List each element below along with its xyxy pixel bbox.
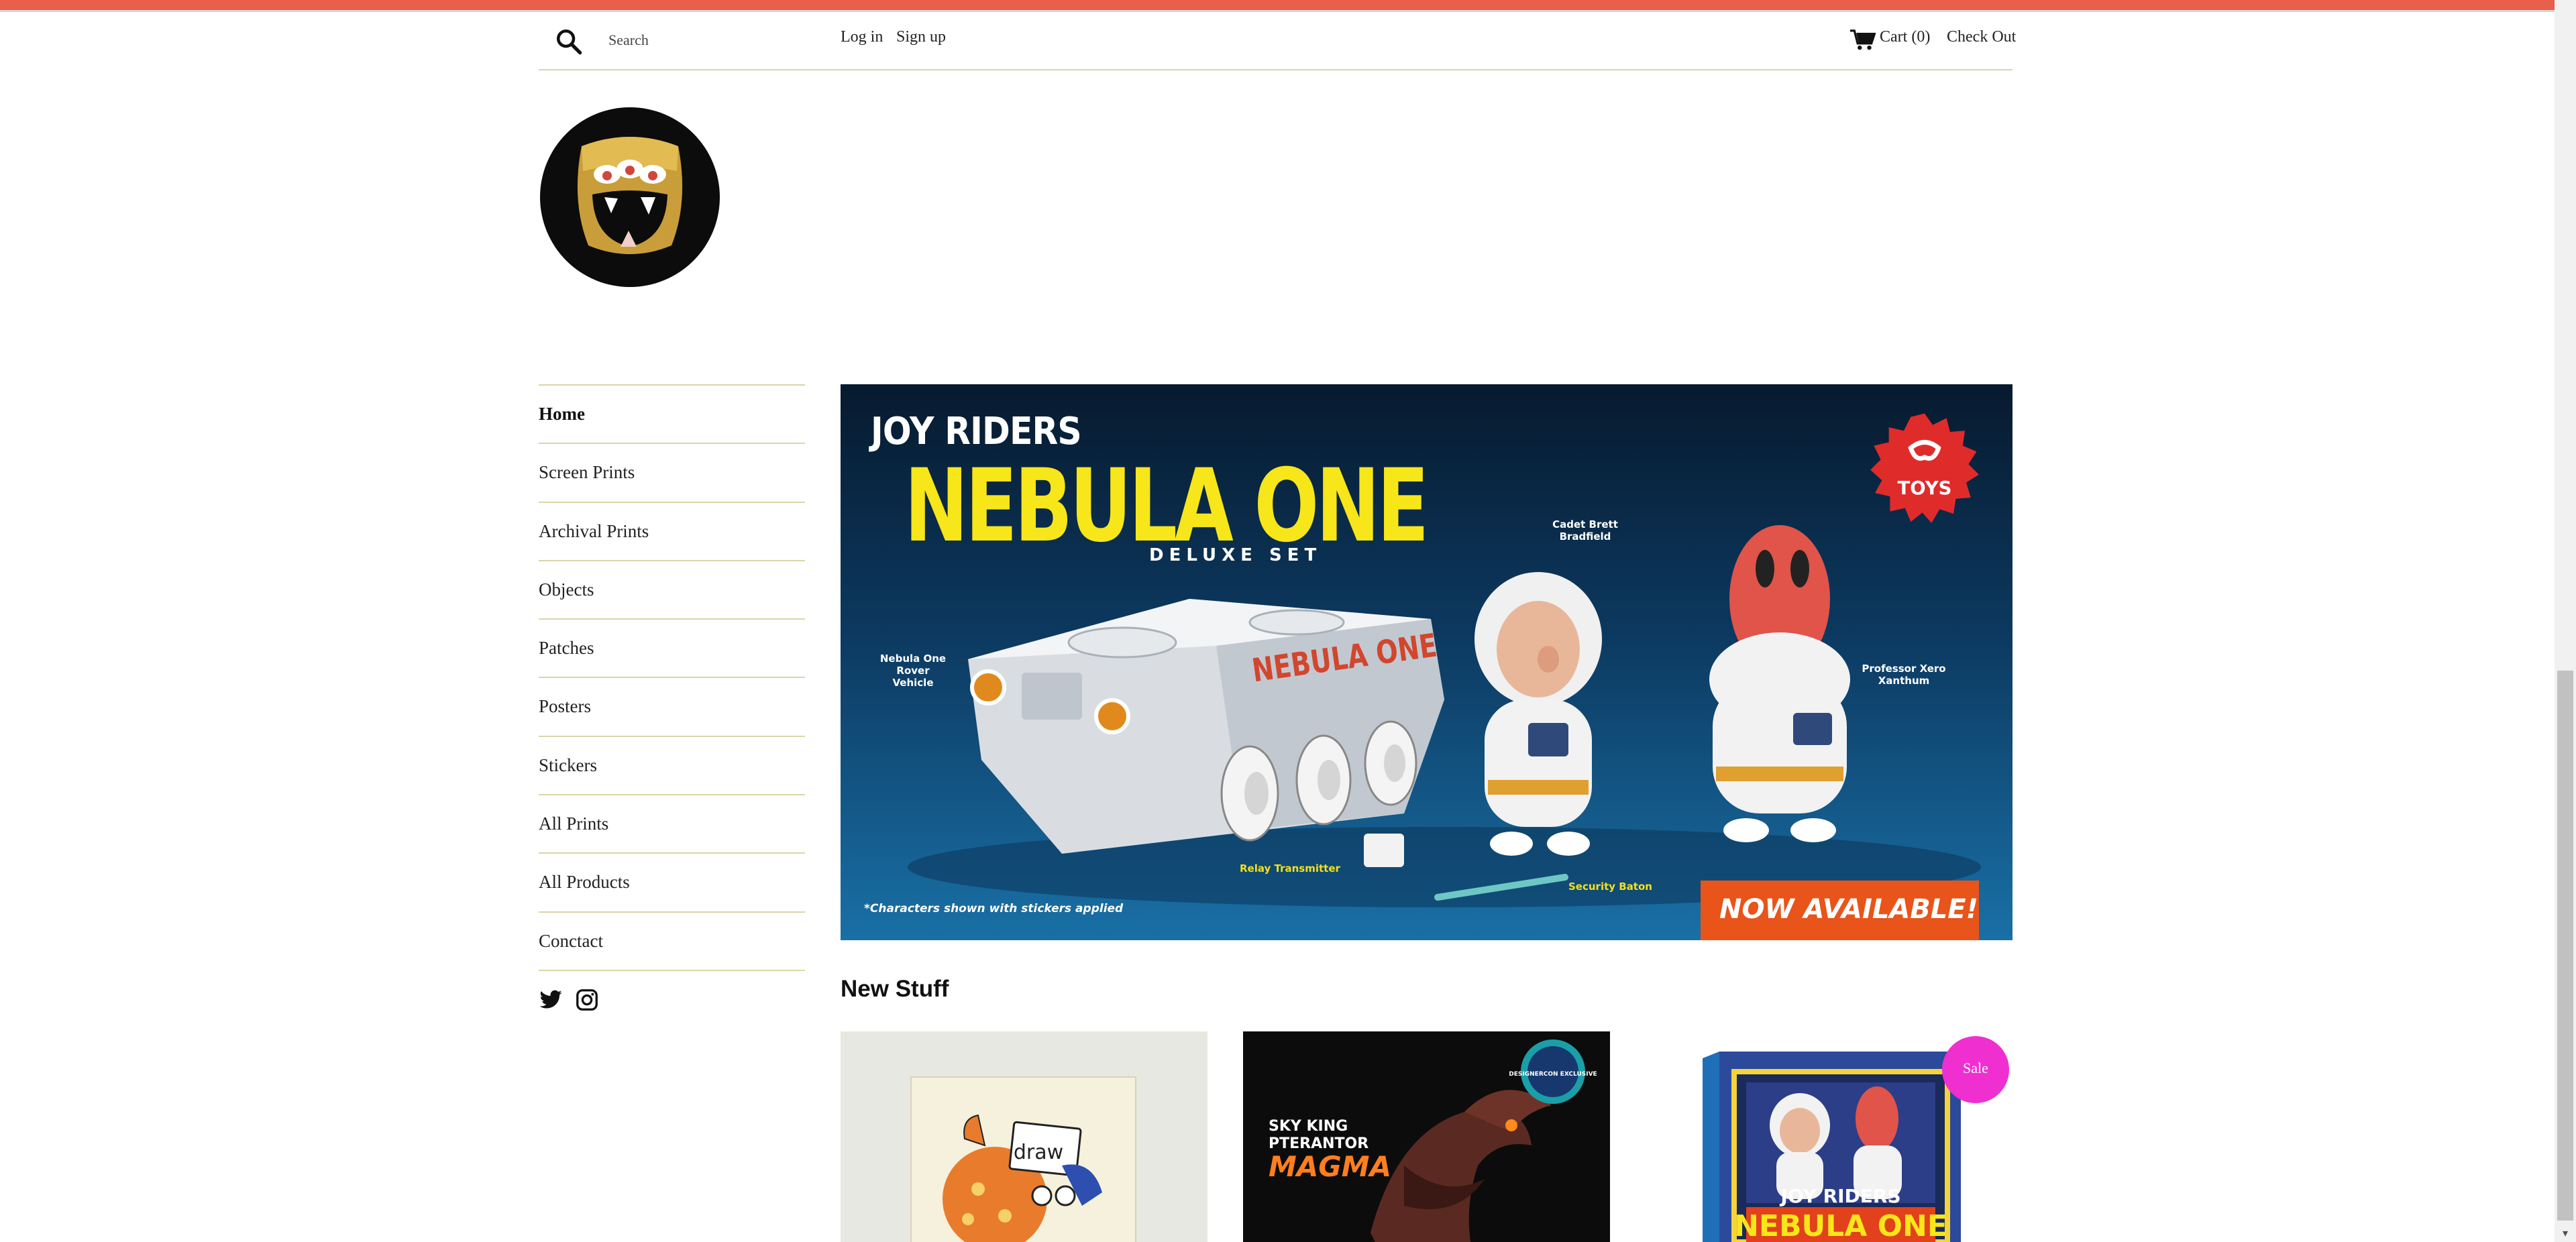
top-accent-bar xyxy=(0,0,2555,10)
label-cadet: Cadet Brett Bradfield xyxy=(1552,518,1618,543)
product-image: SKY KING PTERANTOR MAGMA DESIGNERCON EXC… xyxy=(1269,1039,1597,1242)
search-input[interactable] xyxy=(608,27,823,54)
scrollbar-thumb[interactable] xyxy=(2557,671,2573,1221)
banner-footnote: *Characters shown with stickers applied xyxy=(864,902,1124,915)
product-badge-text: DESIGNERCON EXCLUSIVE xyxy=(1509,1071,1597,1078)
badge-text: TOYS xyxy=(1898,477,1952,499)
badge-icon: TOYS xyxy=(1870,413,1979,523)
product-card[interactable]: draw xyxy=(841,1031,1208,1242)
banner-brand: JOY RIDERS xyxy=(871,410,1082,453)
banner-subtitle: DELUXE SET xyxy=(1149,545,1322,565)
site-header: Log in Sign up Cart (0) Check Out xyxy=(539,12,2016,70)
login-link[interactable]: Log in xyxy=(841,28,883,46)
professor-figure-image xyxy=(1709,525,1850,842)
sidebar-item-stickers[interactable]: Stickers xyxy=(539,735,805,794)
cart-icon[interactable] xyxy=(1850,30,1876,51)
cart-link[interactable]: Cart (0) xyxy=(1880,28,1930,46)
label-security-baton: Security Baton xyxy=(1568,881,1652,893)
sidebar-item-posters[interactable]: Posters xyxy=(539,677,805,735)
label-rover-vehicle: Nebula One Rover Vehicle xyxy=(879,653,947,689)
sidebar-item-all-products[interactable]: All Products xyxy=(539,852,805,911)
product-image-text: SKY KING xyxy=(1269,1118,1348,1135)
sidebar-item-contact[interactable]: Conctact xyxy=(539,911,805,970)
section-title-new-stuff: New Stuff xyxy=(841,976,949,1002)
label-professor: Professor Xero Xanthum xyxy=(1862,663,1946,687)
checkout-link[interactable]: Check Out xyxy=(1947,28,2016,46)
monster-logo-icon xyxy=(577,137,683,254)
product-image-text: JOY RIDERS xyxy=(1779,1185,1900,1207)
product-card[interactable]: SKY KING PTERANTOR MAGMA DESIGNERCON EXC… xyxy=(1243,1031,1610,1242)
sale-badge-label: Sale xyxy=(1963,1060,1988,1076)
scroll-down-icon[interactable]: ▾ xyxy=(2555,1223,2576,1242)
sale-badge: Sale xyxy=(1942,1036,2009,1103)
sidebar-item-archival-prints[interactable]: Archival Prints xyxy=(539,501,805,560)
now-available-label: NOW AVAILABLE! xyxy=(1719,894,1978,925)
instagram-icon[interactable] xyxy=(575,988,599,1012)
twitter-icon[interactable] xyxy=(539,988,563,1012)
search-icon[interactable] xyxy=(555,27,583,56)
product-image-text: NEBULA ONE xyxy=(1734,1209,1947,1242)
sidebar-nav: Home Screen Prints Archival Prints Objec… xyxy=(539,384,805,971)
product-image-text: MAGMA xyxy=(1269,1150,1391,1183)
sidebar-divider xyxy=(539,969,805,971)
label-relay-transmitter: Relay Transmitter xyxy=(1240,862,1340,874)
sidebar-item-all-prints[interactable]: All Prints xyxy=(539,794,805,852)
hero-banner[interactable]: JOY RIDERS NEBULA ONE DELUXE SET Nebula … xyxy=(841,384,2012,940)
relay-transmitter-image xyxy=(1364,834,1404,867)
sidebar-item-objects[interactable]: Objects xyxy=(539,559,805,618)
product-image-text: draw xyxy=(1014,1141,1063,1164)
sidebar-item-screen-prints[interactable]: Screen Prints xyxy=(539,443,805,501)
sidebar-item-home[interactable]: Home xyxy=(539,384,805,443)
product-image: draw xyxy=(910,1076,1136,1242)
store-logo[interactable] xyxy=(540,107,720,287)
now-available-banner[interactable]: NOW AVAILABLE! xyxy=(1701,881,1979,940)
page-scrollbar[interactable]: ▾ xyxy=(2555,0,2576,1242)
cadet-figure-image xyxy=(1474,572,1602,856)
social-links xyxy=(539,988,599,1015)
signup-link[interactable]: Sign up xyxy=(896,28,946,46)
sidebar-item-patches[interactable]: Patches xyxy=(539,618,805,677)
